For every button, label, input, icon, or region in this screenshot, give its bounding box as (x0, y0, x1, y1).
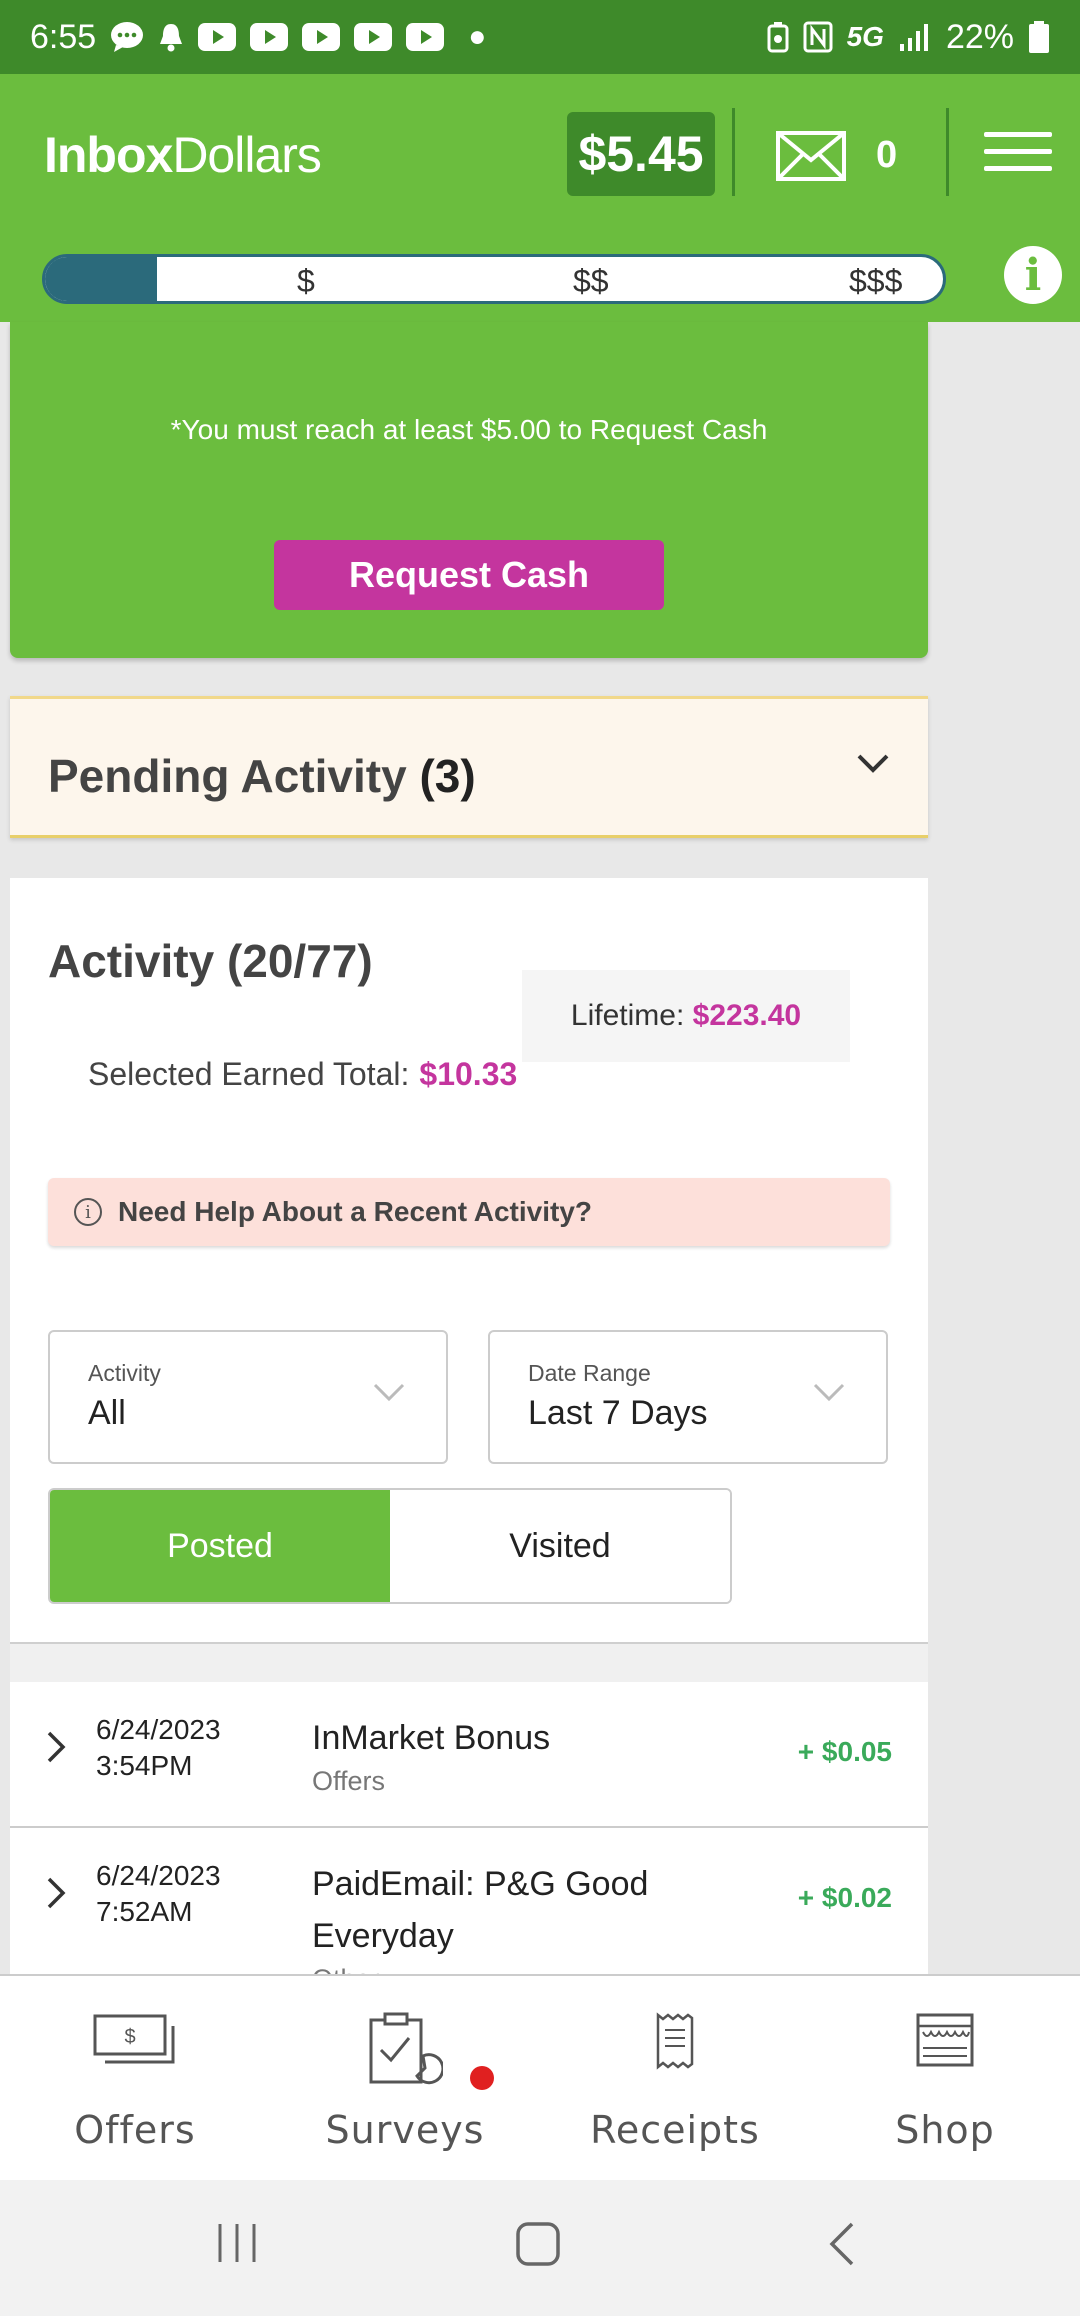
header-divider (732, 108, 735, 196)
network-type: 5G (846, 21, 884, 52)
activity-datetime: 6/24/2023 3:54PM (96, 1712, 221, 1784)
app-header: InboxDollars $5.45 0 $ $$ $$$ i (0, 74, 1080, 322)
chat-notification-icon (110, 21, 144, 53)
clipboard-icon (367, 2012, 445, 2091)
selected-earned-total: Selected Earned Total: $10.33 (88, 1056, 517, 1093)
youtube-notification-icon (302, 23, 341, 51)
logo-text-bold: Inbox (44, 127, 173, 183)
activity-filter-select[interactable]: Activity All (48, 1330, 448, 1464)
chevron-right-icon[interactable] (46, 1876, 68, 1915)
mail-icon[interactable] (775, 130, 847, 187)
date-range-filter-select[interactable]: Date Range Last 7 Days (488, 1330, 888, 1464)
chevron-down-icon (372, 1382, 406, 1409)
nav-shop-label: Shop (895, 2108, 995, 2152)
svg-text:$: $ (124, 2026, 135, 2048)
status-bar: 6:55 ● 5G 22% (0, 0, 1080, 74)
cash-icon: $ (93, 2012, 177, 2073)
activity-category: Offers (312, 1766, 386, 1796)
progress-tick-2: $$ (573, 263, 609, 299)
nav-offers-label: Offers (74, 2108, 196, 2152)
pending-activity-label: Pending Activity (48, 750, 407, 802)
receipt-icon (655, 2012, 695, 2075)
mail-count: 0 (876, 134, 898, 176)
selected-total-value: $10.33 (419, 1056, 518, 1092)
chevron-down-icon (812, 1382, 846, 1409)
youtube-notification-icon (406, 23, 445, 51)
pending-activity-accordion[interactable]: Pending Activity (3) (10, 696, 928, 838)
lifetime-value: $223.40 (692, 999, 802, 1032)
nav-shop[interactable]: Shop (810, 1976, 1080, 2182)
shop-icon (915, 2012, 975, 2073)
activity-row[interactable]: 6/24/2023 3:54PM InMarket Bonus Offers +… (10, 1682, 928, 1828)
visited-tab[interactable]: Visited (390, 1490, 730, 1602)
activity-filter-label: Activity (88, 1360, 161, 1386)
battery-saver-icon (767, 21, 789, 53)
chevron-right-icon[interactable] (46, 1730, 68, 1769)
activity-time: 7:52AM (96, 1896, 193, 1927)
nav-receipts[interactable]: Receipts (540, 1976, 810, 2182)
progress-fill (45, 257, 158, 301)
selected-total-label: Selected Earned Total: (88, 1056, 410, 1092)
request-cash-button[interactable]: Request Cash (274, 540, 664, 610)
hamburger-menu-icon[interactable] (984, 132, 1052, 172)
date-range-label: Date Range (528, 1360, 651, 1386)
youtube-notification-icon (354, 23, 393, 51)
nav-offers[interactable]: $ Offers (0, 1976, 270, 2182)
battery-icon (1028, 20, 1050, 54)
activity-time: 3:54PM (96, 1750, 193, 1781)
posted-visited-toggle: Posted Visited (48, 1488, 732, 1604)
activity-amount: + $0.05 (797, 1736, 892, 1767)
pending-activity-title: Pending Activity (3) (48, 749, 476, 803)
nav-surveys[interactable]: Surveys (270, 1976, 540, 2182)
balance-badge[interactable]: $5.45 (567, 112, 715, 196)
system-navigation-bar (0, 2180, 1080, 2316)
status-time: 6:55 (30, 17, 97, 56)
date-range-value: Last 7 Days (528, 1394, 708, 1432)
bell-icon (158, 22, 184, 52)
nav-receipts-label: Receipts (590, 2108, 760, 2152)
nfc-icon (803, 21, 833, 53)
activity-date: 6/24/2023 (96, 1714, 221, 1745)
activity-amount: + $0.02 (797, 1882, 892, 1913)
activity-name: PaidEmail: P&G Good Everyday (312, 1865, 649, 1955)
home-icon[interactable] (514, 2220, 562, 2273)
surveys-notification-dot (470, 2066, 494, 2090)
bottom-navigation: $ Offers Surveys Receipts Shop (0, 1974, 1080, 2182)
activity-name: InMarket Bonus (312, 1719, 551, 1757)
youtube-notification-icon (198, 23, 237, 51)
lifetime-earnings: Lifetime: $223.40 (522, 970, 850, 1062)
chevron-down-icon[interactable] (856, 753, 890, 780)
info-icon[interactable]: i (1004, 246, 1062, 304)
earnings-progress-bar: $ $$ $$$ (42, 254, 946, 304)
battery-percent: 22% (945, 17, 1014, 56)
progress-tick-1: $ (297, 263, 315, 299)
request-cash-card: *You must reach at least $5.00 to Reques… (10, 322, 928, 658)
back-icon[interactable] (826, 2220, 858, 2273)
nav-surveys-label: Surveys (325, 2108, 485, 2152)
activity-title: Activity (20/77) (48, 935, 373, 987)
inboxdollars-logo[interactable]: InboxDollars (44, 126, 322, 184)
activity-date: 6/24/2023 (96, 1860, 221, 1891)
recent-apps-icon[interactable] (214, 2220, 260, 2271)
more-notifications-dot-icon: ● (468, 20, 487, 53)
signal-icon (898, 22, 932, 52)
request-cash-note: *You must reach at least $5.00 to Reques… (170, 414, 768, 445)
list-spacer (10, 1644, 928, 1682)
progress-tick-3: $$$ (849, 263, 903, 299)
help-text: Need Help About a Recent Activity? (118, 1196, 593, 1227)
youtube-notification-icon (250, 23, 289, 51)
activity-row[interactable]: 6/24/2023 7:52AM PaidEmail: P&G Good Eve… (10, 1828, 928, 1978)
activity-card: Activity (20/77) Lifetime: $223.40 Selec… (10, 878, 928, 1978)
posted-tab[interactable]: Posted (50, 1490, 390, 1602)
activity-filter-value: All (88, 1394, 126, 1432)
help-recent-activity-banner[interactable]: i Need Help About a Recent Activity? (48, 1178, 890, 1246)
activity-datetime: 6/24/2023 7:52AM (96, 1858, 221, 1930)
info-circle-icon: i (74, 1198, 102, 1226)
logo-text-regular: Dollars (172, 127, 322, 183)
pending-activity-count: (3) (419, 750, 476, 802)
lifetime-label: Lifetime: (570, 999, 685, 1032)
header-divider (946, 108, 949, 196)
